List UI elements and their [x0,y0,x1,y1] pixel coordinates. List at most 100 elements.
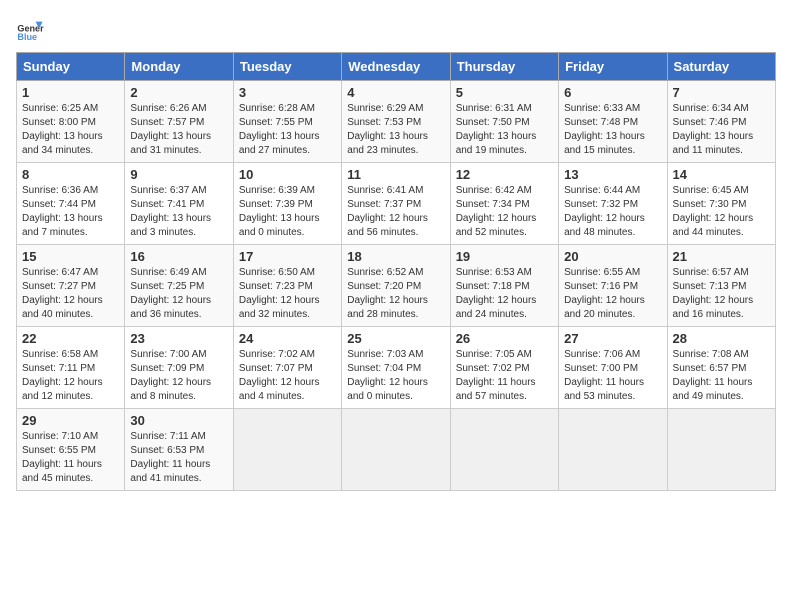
day-number: 24 [239,331,336,346]
logo-icon: General Blue [16,16,44,44]
day-number: 6 [564,85,661,100]
cell-content: Sunrise: 6:28 AMSunset: 7:55 PMDaylight:… [239,102,336,158]
calendar-cell: 18 Sunrise: 6:52 AMSunset: 7:20 PMDayligh… [342,245,450,327]
day-number: 1 [22,85,119,100]
cell-content: Sunrise: 7:08 AMSunset: 6:57 PMDaylight:… [673,348,770,404]
calendar-cell: 13 Sunrise: 6:44 AMSunset: 7:32 PMDayligh… [559,163,667,245]
day-number: 19 [456,249,553,264]
day-number: 2 [130,85,227,100]
cell-content: Sunrise: 6:26 AMSunset: 7:57 PMDaylight:… [130,102,227,158]
cell-content: Sunrise: 7:05 AMSunset: 7:02 PMDaylight:… [456,348,553,404]
calendar-table: SundayMondayTuesdayWednesdayThursdayFrid… [16,52,776,491]
day-number: 30 [130,413,227,428]
calendar-cell: 3Sunrise: 6:28 AMSunset: 7:55 PMDaylight… [233,81,341,163]
day-number: 7 [673,85,770,100]
col-header-friday: Friday [559,53,667,81]
page-header: General Blue [16,16,776,44]
day-number: 22 [22,331,119,346]
calendar-cell: 24 Sunrise: 7:02 AMSunset: 7:07 PMDayligh… [233,327,341,409]
day-number: 23 [130,331,227,346]
calendar-cell: 11Sunrise: 6:41 AMSunset: 7:37 PMDayligh… [342,163,450,245]
calendar-cell: 29 Sunrise: 7:10 AMSunset: 6:55 PMDayligh… [17,409,125,491]
calendar-cell [233,409,341,491]
cell-content: Sunrise: 6:44 AMSunset: 7:32 PMDaylight:… [564,184,661,240]
cell-content: Sunrise: 7:11 AMSunset: 6:53 PMDaylight:… [130,430,227,486]
col-header-thursday: Thursday [450,53,558,81]
calendar-cell: 15 Sunrise: 6:47 AMSunset: 7:27 PMDayligh… [17,245,125,327]
calendar-cell [667,409,775,491]
day-number: 10 [239,167,336,182]
day-number: 21 [673,249,770,264]
calendar-cell: 20 Sunrise: 6:55 AMSunset: 7:16 PMDayligh… [559,245,667,327]
calendar-cell: 12 Sunrise: 6:42 AMSunset: 7:34 PMDayligh… [450,163,558,245]
cell-content: Sunrise: 6:31 AMSunset: 7:50 PMDaylight:… [456,102,553,158]
cell-content: Sunrise: 6:25 AMSunset: 8:00 PMDaylight:… [22,102,119,158]
cell-content: Sunrise: 6:33 AMSunset: 7:48 PMDaylight:… [564,102,661,158]
cell-content: Sunrise: 7:00 AMSunset: 7:09 PMDaylight:… [130,348,227,404]
calendar-cell: 25Sunrise: 7:03 AMSunset: 7:04 PMDayligh… [342,327,450,409]
calendar-cell: 2 Sunrise: 6:26 AMSunset: 7:57 PMDaylight… [125,81,233,163]
cell-content: Sunrise: 6:57 AMSunset: 7:13 PMDaylight:… [673,266,770,322]
col-header-monday: Monday [125,53,233,81]
calendar-cell [342,409,450,491]
cell-content: Sunrise: 6:36 AMSunset: 7:44 PMDaylight:… [22,184,119,240]
calendar-cell: 22Sunrise: 6:58 AMSunset: 7:11 PMDayligh… [17,327,125,409]
day-number: 29 [22,413,119,428]
cell-content: Sunrise: 6:49 AMSunset: 7:25 PMDaylight:… [130,266,227,322]
svg-text:Blue: Blue [17,32,37,42]
cell-content: Sunrise: 6:42 AMSunset: 7:34 PMDaylight:… [456,184,553,240]
cell-content: Sunrise: 7:06 AMSunset: 7:00 PMDaylight:… [564,348,661,404]
cell-content: Sunrise: 6:50 AMSunset: 7:23 PMDaylight:… [239,266,336,322]
calendar-cell [559,409,667,491]
calendar-cell: 28 Sunrise: 7:08 AMSunset: 6:57 PMDayligh… [667,327,775,409]
day-number: 20 [564,249,661,264]
day-number: 9 [130,167,227,182]
cell-content: Sunrise: 7:02 AMSunset: 7:07 PMDaylight:… [239,348,336,404]
calendar-cell: 27 Sunrise: 7:06 AMSunset: 7:00 PMDayligh… [559,327,667,409]
day-number: 17 [239,249,336,264]
cell-content: Sunrise: 6:29 AMSunset: 7:53 PMDaylight:… [347,102,444,158]
day-number: 4 [347,85,444,100]
day-number: 27 [564,331,661,346]
calendar-cell: 1 Sunrise: 6:25 AMSunset: 8:00 PMDaylight… [17,81,125,163]
calendar-cell: 26 Sunrise: 7:05 AMSunset: 7:02 PMDayligh… [450,327,558,409]
cell-content: Sunrise: 7:03 AMSunset: 7:04 PMDaylight:… [347,348,444,404]
day-number: 14 [673,167,770,182]
calendar-cell: 6 Sunrise: 6:33 AMSunset: 7:48 PMDaylight… [559,81,667,163]
logo: General Blue [16,16,48,44]
cell-content: Sunrise: 6:45 AMSunset: 7:30 PMDaylight:… [673,184,770,240]
day-number: 28 [673,331,770,346]
day-number: 12 [456,167,553,182]
calendar-cell: 8 Sunrise: 6:36 AMSunset: 7:44 PMDaylight… [17,163,125,245]
calendar-cell: 17 Sunrise: 6:50 AMSunset: 7:23 PMDayligh… [233,245,341,327]
cell-content: Sunrise: 6:47 AMSunset: 7:27 PMDaylight:… [22,266,119,322]
cell-content: Sunrise: 6:52 AMSunset: 7:20 PMDaylight:… [347,266,444,322]
day-number: 8 [22,167,119,182]
day-number: 15 [22,249,119,264]
cell-content: Sunrise: 6:55 AMSunset: 7:16 PMDaylight:… [564,266,661,322]
calendar-cell: 19 Sunrise: 6:53 AMSunset: 7:18 PMDayligh… [450,245,558,327]
day-number: 13 [564,167,661,182]
calendar-cell: 5 Sunrise: 6:31 AMSunset: 7:50 PMDaylight… [450,81,558,163]
calendar-cell: 23 Sunrise: 7:00 AMSunset: 7:09 PMDayligh… [125,327,233,409]
day-number: 18 [347,249,444,264]
calendar-cell: 21 Sunrise: 6:57 AMSunset: 7:13 PMDayligh… [667,245,775,327]
calendar-cell: 16 Sunrise: 6:49 AMSunset: 7:25 PMDayligh… [125,245,233,327]
calendar-cell: 7 Sunrise: 6:34 AMSunset: 7:46 PMDaylight… [667,81,775,163]
day-number: 5 [456,85,553,100]
cell-content: Sunrise: 7:10 AMSunset: 6:55 PMDaylight:… [22,430,119,486]
day-number: 16 [130,249,227,264]
calendar-cell: 9 Sunrise: 6:37 AMSunset: 7:41 PMDaylight… [125,163,233,245]
cell-content: Sunrise: 6:37 AMSunset: 7:41 PMDaylight:… [130,184,227,240]
calendar-cell [450,409,558,491]
col-header-wednesday: Wednesday [342,53,450,81]
cell-content: Sunrise: 6:53 AMSunset: 7:18 PMDaylight:… [456,266,553,322]
day-number: 11 [347,167,444,182]
calendar-cell: 30 Sunrise: 7:11 AMSunset: 6:53 PMDayligh… [125,409,233,491]
day-number: 26 [456,331,553,346]
col-header-tuesday: Tuesday [233,53,341,81]
calendar-cell: 10 Sunrise: 6:39 AMSunset: 7:39 PMDayligh… [233,163,341,245]
cell-content: Sunrise: 6:39 AMSunset: 7:39 PMDaylight:… [239,184,336,240]
cell-content: Sunrise: 6:34 AMSunset: 7:46 PMDaylight:… [673,102,770,158]
col-header-saturday: Saturday [667,53,775,81]
